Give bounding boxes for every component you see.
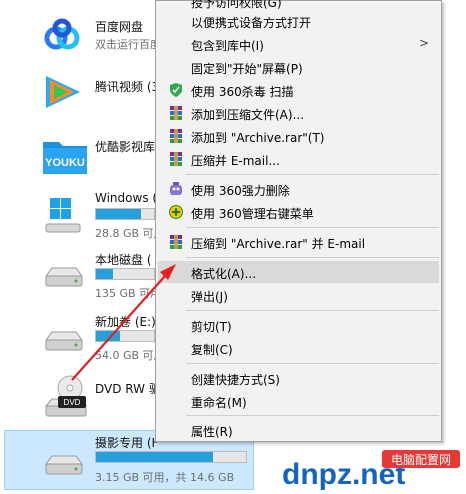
watermark-label: 电脑配置网	[391, 453, 451, 467]
watermark-logo: dnpz.net 电脑配置网	[280, 448, 462, 491]
annotation-arrow	[71, 264, 176, 381]
